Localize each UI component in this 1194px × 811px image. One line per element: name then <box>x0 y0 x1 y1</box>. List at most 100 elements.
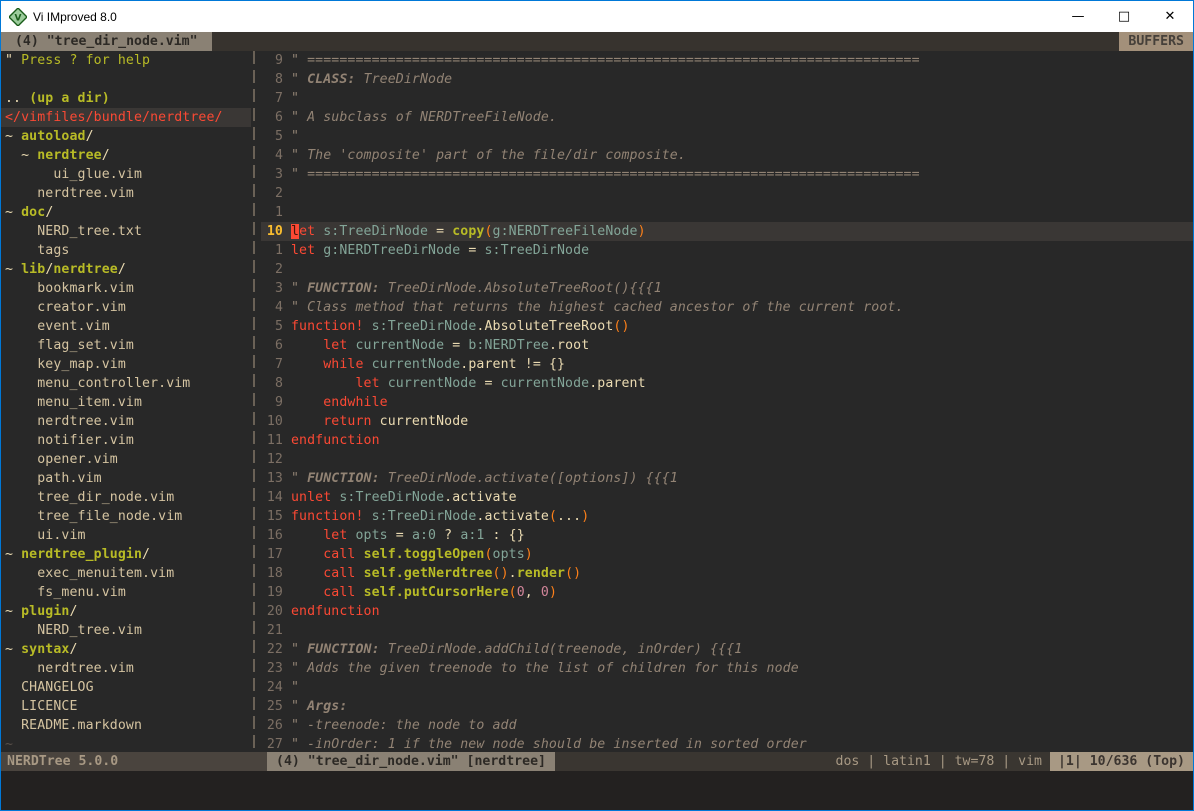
code-line[interactable]: 9 endwhile <box>261 393 1193 412</box>
code-line[interactable]: 3" FUNCTION: TreeDirNode.AbsoluteTreeRoo… <box>261 279 1193 298</box>
code-line[interactable]: 7" <box>261 89 1193 108</box>
tree-item[interactable]: fs_menu.vim <box>1 583 251 602</box>
token-file: path.vim <box>5 471 102 486</box>
tree-item[interactable]: path.vim <box>1 469 251 488</box>
code-line[interactable]: 3" =====================================… <box>261 165 1193 184</box>
code-line[interactable]: 5function! s:TreeDirNode.AbsoluteTreeRoo… <box>261 317 1193 336</box>
code-line[interactable]: 21 <box>261 621 1193 640</box>
tree-item[interactable]: NERD_tree.vim <box>1 621 251 640</box>
code-line[interactable]: 20endfunction <box>261 602 1193 621</box>
tree-item[interactable]: exec_menuitem.vim <box>1 564 251 583</box>
tree-item[interactable]: NERD_tree.txt <box>1 222 251 241</box>
token-me: parent <box>468 357 516 372</box>
tree-item[interactable] <box>1 70 251 89</box>
tree-item[interactable]: event.vim <box>1 317 251 336</box>
tree-item[interactable]: tree_file_node.vim <box>1 507 251 526</box>
token-fn: render <box>517 566 565 581</box>
code-line[interactable]: 5" <box>261 127 1193 146</box>
tree-item[interactable]: " Press ? for help <box>1 51 251 70</box>
code-line[interactable]: 26" -treenode: the node to add <box>261 716 1193 735</box>
buffer-tab[interactable]: (4) "tree_dir_node.vim" <box>1 32 212 51</box>
token-fg: ~ <box>5 262 21 277</box>
code-text: let s:TreeDirNode = copy(g:NERDTreeFileN… <box>291 222 1193 241</box>
tree-item[interactable]: flag_set.vim <box>1 336 251 355</box>
code-line[interactable]: 18 call self.getNerdtree().render() <box>261 564 1193 583</box>
command-line[interactable] <box>1 771 1193 810</box>
token-id: s:TreeDirNode <box>484 243 589 258</box>
line-number: 6 <box>261 336 283 355</box>
token-pa: ( <box>509 585 517 600</box>
tree-item[interactable]: CHANGELOG <box>1 678 251 697</box>
tree-item[interactable]: tags <box>1 241 251 260</box>
tree-item[interactable]: ~ plugin/ <box>1 602 251 621</box>
code-line[interactable]: 17 call self.toggleOpen(opts) <box>261 545 1193 564</box>
token-dir: nerdtree <box>37 148 101 163</box>
code-line[interactable]: 7 while currentNode.parent != {} <box>261 355 1193 374</box>
code-line[interactable]: 25" Args: <box>261 697 1193 716</box>
token-cb: FUNCTION: <box>307 471 380 486</box>
tree-item[interactable]: ui.vim <box>1 526 251 545</box>
close-button[interactable]: ✕ <box>1147 1 1193 32</box>
tree-item[interactable]: creator.vim <box>1 298 251 317</box>
code-line[interactable]: 14unlet s:TreeDirNode.activate <box>261 488 1193 507</box>
code-line[interactable]: 6 let currentNode = b:NERDTree.root <box>261 336 1193 355</box>
tree-item[interactable]: key_map.vim <box>1 355 251 374</box>
code-line[interactable]: 8" CLASS: TreeDirNode <box>261 70 1193 89</box>
window-separator[interactable] <box>251 51 261 752</box>
tree-item[interactable]: ui_glue.vim <box>1 165 251 184</box>
tree-item[interactable]: nerdtree.vim <box>1 412 251 431</box>
token-k: endfunction <box>291 604 380 619</box>
tree-item[interactable]: bookmark.vim <box>1 279 251 298</box>
code-line[interactable]: 24" <box>261 678 1193 697</box>
code-text: let opts = a:0 ? a:1 : {} <box>291 526 1193 545</box>
token-file: nerdtree.vim <box>5 186 134 201</box>
token-fg: = <box>460 243 484 258</box>
code-line[interactable]: 13" FUNCTION: TreeDirNode.activate([opti… <box>261 469 1193 488</box>
tree-item[interactable]: menu_controller.vim <box>1 374 251 393</box>
tree-item[interactable]: ~ syntax/ <box>1 640 251 659</box>
code-line[interactable]: 2 <box>261 184 1193 203</box>
code-line[interactable]: 10 return currentNode <box>261 412 1193 431</box>
code-line[interactable]: 4" The 'composite' part of the file/dir … <box>261 146 1193 165</box>
token-fn: self.putCursorHere <box>364 585 509 600</box>
tree-item[interactable]: notifier.vim <box>1 431 251 450</box>
tree-item[interactable]: README.markdown <box>1 716 251 735</box>
tree-item[interactable]: ~ autoload/ <box>1 127 251 146</box>
token-c: " <box>291 91 299 106</box>
code-line[interactable]: 19 call self.putCursorHere(0, 0) <box>261 583 1193 602</box>
tree-item[interactable]: tree_dir_node.vim <box>1 488 251 507</box>
tree-item[interactable]: LICENCE <box>1 697 251 716</box>
tree-item[interactable]: menu_item.vim <box>1 393 251 412</box>
token-fg: ~ <box>5 547 21 562</box>
code-line[interactable]: 9" =====================================… <box>261 51 1193 70</box>
title-bar: V Vi IMproved 8.0 — □ ✕ <box>1 1 1193 32</box>
tree-item[interactable]: </vimfiles/bundle/nerdtree/ <box>1 108 251 127</box>
maximize-button[interactable]: □ <box>1101 1 1147 32</box>
code-line[interactable]: 23" Adds the given treenode to the list … <box>261 659 1193 678</box>
token-file: nerdtree.vim <box>5 661 134 676</box>
token-fg <box>291 357 323 372</box>
tree-item[interactable]: opener.vim <box>1 450 251 469</box>
code-line[interactable]: 6" A subclass of NERDTreeFileNode. <box>261 108 1193 127</box>
code-line[interactable]: 4" Class method that returns the highest… <box>261 298 1193 317</box>
code-line[interactable]: 11endfunction <box>261 431 1193 450</box>
tree-item[interactable]: ~ nerdtree/ <box>1 146 251 165</box>
code-line[interactable]: 16 let opts = a:0 ? a:1 : {} <box>261 526 1193 545</box>
code-line[interactable]: 1 <box>261 203 1193 222</box>
tree-item[interactable]: ~ nerdtree_plugin/ <box>1 545 251 564</box>
tree-item[interactable]: nerdtree.vim <box>1 184 251 203</box>
code-line[interactable]: 8 let currentNode = currentNode.parent <box>261 374 1193 393</box>
tree-item[interactable]: ~ <box>1 735 251 752</box>
code-line[interactable]: 22" FUNCTION: TreeDirNode.addChild(treen… <box>261 640 1193 659</box>
tree-item[interactable]: ~ doc/ <box>1 203 251 222</box>
code-line[interactable]: 12 <box>261 450 1193 469</box>
code-line[interactable]: 1let g:NERDTreeDirNode = s:TreeDirNode <box>261 241 1193 260</box>
tree-item[interactable]: ~ lib/nerdtree/ <box>1 260 251 279</box>
code-line-current[interactable]: 10let s:TreeDirNode = copy(g:NERDTreeFil… <box>261 222 1193 241</box>
tree-item[interactable]: .. (up a dir) <box>1 89 251 108</box>
code-line[interactable]: 15function! s:TreeDirNode.activate(...) <box>261 507 1193 526</box>
code-line[interactable]: 2 <box>261 260 1193 279</box>
code-line[interactable]: 27" -inOrder: 1 if the new node should b… <box>261 735 1193 752</box>
tree-item[interactable]: nerdtree.vim <box>1 659 251 678</box>
minimize-button[interactable]: — <box>1055 1 1101 32</box>
